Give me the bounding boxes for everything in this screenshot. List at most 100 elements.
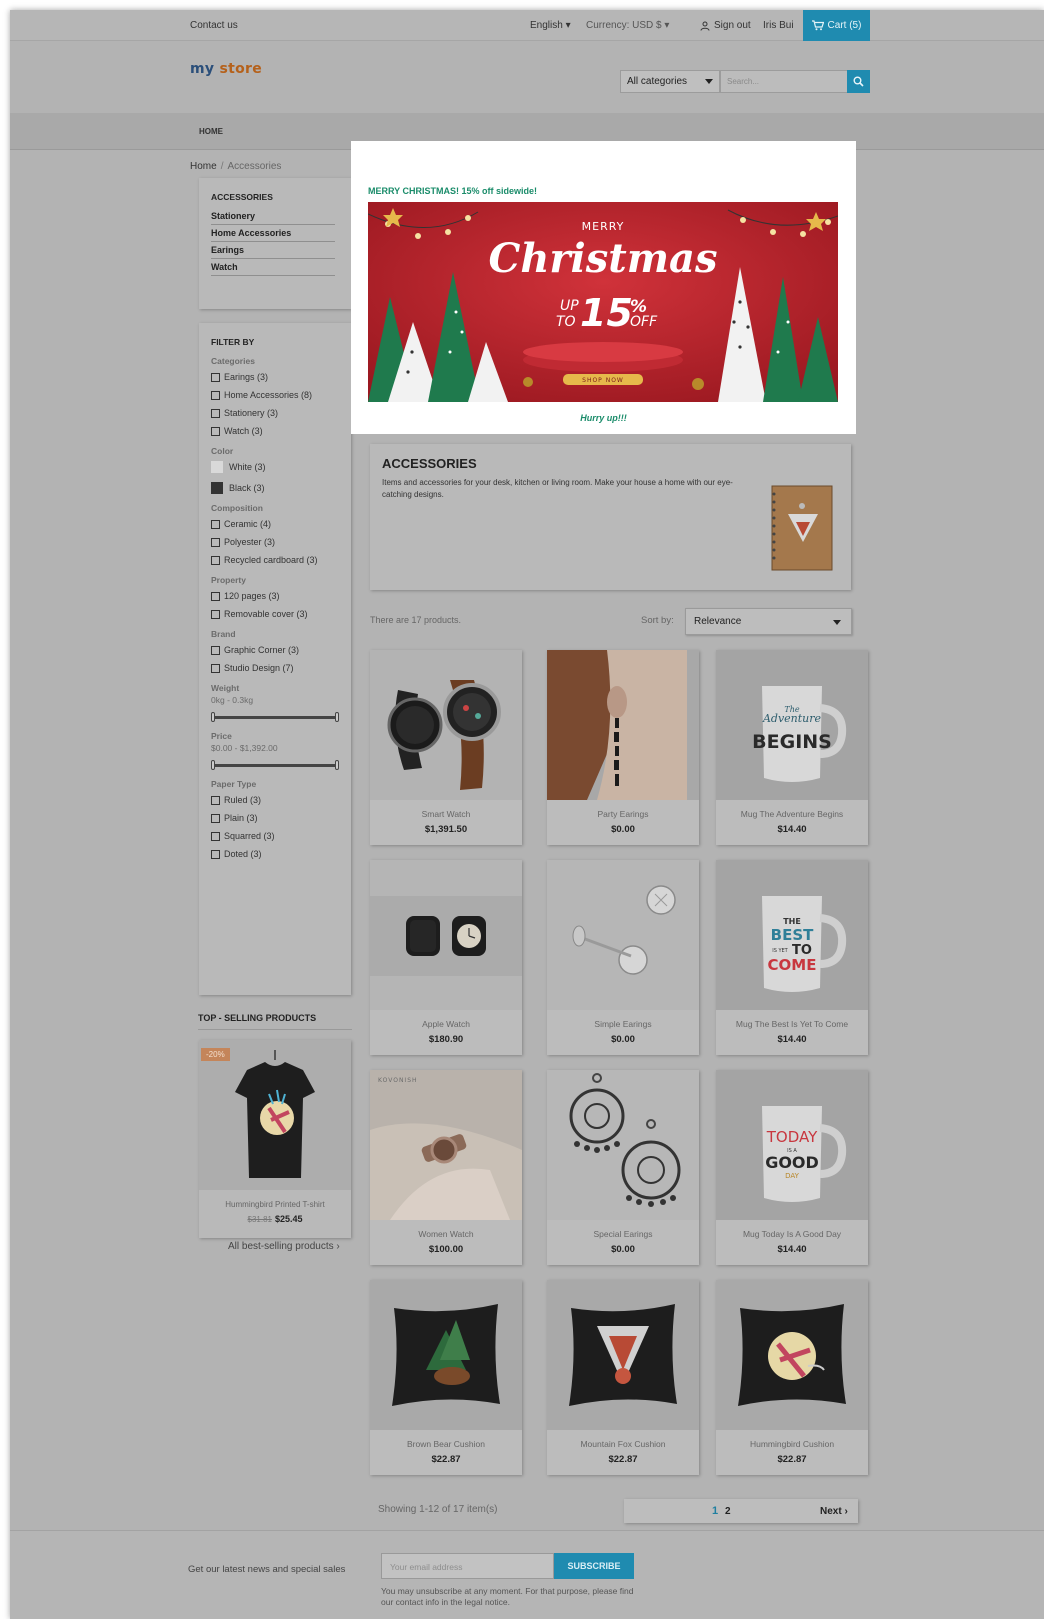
filter-option[interactable]: White (3) (211, 461, 339, 473)
product-image[interactable]: KOVONISH (370, 1070, 522, 1220)
product-image[interactable] (547, 1280, 699, 1430)
product-card[interactable]: TODAY IS A GOOD DAY Mug Today Is A Good … (716, 1070, 868, 1265)
top-product-card[interactable]: -20% Hummingbird Printed T-shirt $31.81 $… (199, 1040, 351, 1238)
filter-option[interactable]: Home Accessories (8) (211, 389, 339, 401)
slider-handle-max[interactable] (335, 712, 339, 722)
checkbox[interactable] (211, 555, 220, 565)
product-card[interactable]: Party Earings $0.00 (547, 650, 699, 845)
store-logo[interactable]: my store (190, 61, 262, 77)
product-image[interactable] (370, 650, 522, 800)
page-1-link[interactable]: 1 (712, 1505, 718, 1517)
product-name[interactable]: Brown Bear Cushion (370, 1439, 522, 1449)
product-card[interactable]: THE BEST IS YET TO COME Mug The Best Is … (716, 860, 868, 1055)
currency-selector[interactable]: Currency: USD $ ▾ (586, 20, 669, 31)
weight-slider[interactable] (211, 712, 339, 722)
filter-option[interactable]: Studio Design (7) (211, 662, 339, 674)
account-name[interactable]: Iris Bui (763, 20, 794, 31)
product-image[interactable]: TODAY IS A GOOD DAY (716, 1070, 868, 1220)
product-name[interactable]: Apple Watch (370, 1019, 522, 1029)
checkbox[interactable] (211, 426, 220, 436)
price-slider[interactable] (211, 760, 339, 770)
product-name[interactable]: Smart Watch (370, 809, 522, 819)
filter-option[interactable]: Watch (3) (211, 425, 339, 437)
filter-option[interactable]: Squarred (3) (211, 830, 339, 842)
slider-handle-max[interactable] (335, 760, 339, 770)
filter-option[interactable]: Ruled (3) (211, 794, 339, 806)
filter-option[interactable]: Black (3) (211, 482, 339, 494)
filter-option[interactable]: Doted (3) (211, 848, 339, 860)
product-image[interactable]: The Adventure BEGINS (716, 650, 868, 800)
slider-handle-min[interactable] (211, 760, 215, 770)
product-name[interactable]: Mug Today Is A Good Day (716, 1229, 868, 1239)
product-image[interactable] (547, 860, 699, 1010)
language-selector[interactable]: English ▾ (530, 20, 571, 31)
checkbox[interactable] (211, 849, 220, 859)
product-name[interactable]: Hummingbird Printed T-shirt (199, 1200, 351, 1209)
color-swatch-black[interactable] (211, 482, 223, 494)
product-image[interactable]: THE BEST IS YET TO COME (716, 860, 868, 1010)
checkbox[interactable] (211, 519, 220, 529)
product-image[interactable] (716, 1280, 868, 1430)
next-page-link[interactable]: Next › (820, 1506, 848, 1517)
product-card[interactable]: Mountain Fox Cushion $22.87 (547, 1280, 699, 1475)
product-name[interactable]: Mug The Best Is Yet To Come (716, 1019, 868, 1029)
filter-option[interactable]: Earings (3) (211, 371, 339, 383)
product-image[interactable] (547, 650, 699, 800)
checkbox[interactable] (211, 591, 220, 601)
product-image[interactable] (547, 1070, 699, 1220)
filter-option[interactable]: Graphic Corner (3) (211, 644, 339, 656)
color-swatch-white[interactable] (211, 461, 223, 473)
product-name[interactable]: Mountain Fox Cushion (547, 1439, 699, 1449)
category-item-watch[interactable]: Watch (211, 259, 335, 276)
sign-out-link[interactable]: Sign out (700, 20, 751, 31)
product-card[interactable]: Special Earings $0.00 (547, 1070, 699, 1265)
checkbox[interactable] (211, 831, 220, 841)
checkbox[interactable] (211, 663, 220, 673)
category-item-earings[interactable]: Earings (211, 242, 335, 259)
cart-button[interactable]: Cart (5) (803, 10, 870, 41)
category-tree-title[interactable]: ACCESSORIES (211, 192, 339, 202)
filter-option[interactable]: Ceramic (4) (211, 518, 339, 530)
all-best-selling-link[interactable]: All best-selling products › (228, 1241, 340, 1252)
filter-option[interactable]: Stationery (3) (211, 407, 339, 419)
product-card[interactable]: KOVONISH Women Watch $100.00 (370, 1070, 522, 1265)
christmas-banner-image[interactable]: MERRY Christmas UP TO 15 % OFF SHOP NOW (368, 202, 838, 402)
product-card[interactable]: Simple Earings $0.00 (547, 860, 699, 1055)
page-2-link[interactable]: 2 (725, 1506, 731, 1517)
sort-select[interactable]: Relevance (685, 608, 852, 635)
category-item-stationery[interactable]: Stationery (211, 208, 335, 225)
product-name[interactable]: Simple Earings (547, 1019, 699, 1029)
contact-link[interactable]: Contact us (190, 20, 238, 31)
search-button[interactable] (847, 70, 870, 93)
checkbox[interactable] (211, 390, 220, 400)
checkbox[interactable] (211, 813, 220, 823)
product-card[interactable]: Hummingbird Cushion $22.87 (716, 1280, 868, 1475)
slider-handle-min[interactable] (211, 712, 215, 722)
product-image[interactable] (370, 860, 522, 1010)
checkbox[interactable] (211, 795, 220, 805)
filter-option[interactable]: Removable cover (3) (211, 608, 339, 620)
checkbox[interactable] (211, 372, 220, 382)
category-select[interactable]: All categories (620, 70, 720, 93)
product-card[interactable]: The Adventure BEGINS Mug The Adventure B… (716, 650, 868, 845)
breadcrumb-home[interactable]: Home (190, 161, 217, 172)
product-name[interactable]: Party Earings (547, 809, 699, 819)
product-name[interactable]: Mug The Adventure Begins (716, 809, 868, 819)
checkbox[interactable] (211, 645, 220, 655)
email-field[interactable]: Your email address (381, 1553, 554, 1579)
checkbox[interactable] (211, 537, 220, 547)
product-name[interactable]: Hummingbird Cushion (716, 1439, 868, 1449)
search-input[interactable]: Search... (720, 70, 848, 93)
category-item-home-accessories[interactable]: Home Accessories (211, 225, 335, 242)
filter-option[interactable]: Polyester (3) (211, 536, 339, 548)
nav-home[interactable]: HOME (199, 127, 223, 136)
product-card[interactable]: Brown Bear Cushion $22.87 (370, 1280, 522, 1475)
filter-option[interactable]: Plain (3) (211, 812, 339, 824)
product-image[interactable] (199, 1040, 351, 1190)
checkbox[interactable] (211, 408, 220, 418)
checkbox[interactable] (211, 609, 220, 619)
product-card[interactable]: Apple Watch $180.90 (370, 860, 522, 1055)
shop-now-button[interactable]: SHOP NOW (582, 377, 624, 384)
subscribe-button[interactable]: SUBSCRIBE (554, 1553, 634, 1579)
product-name[interactable]: Special Earings (547, 1229, 699, 1239)
